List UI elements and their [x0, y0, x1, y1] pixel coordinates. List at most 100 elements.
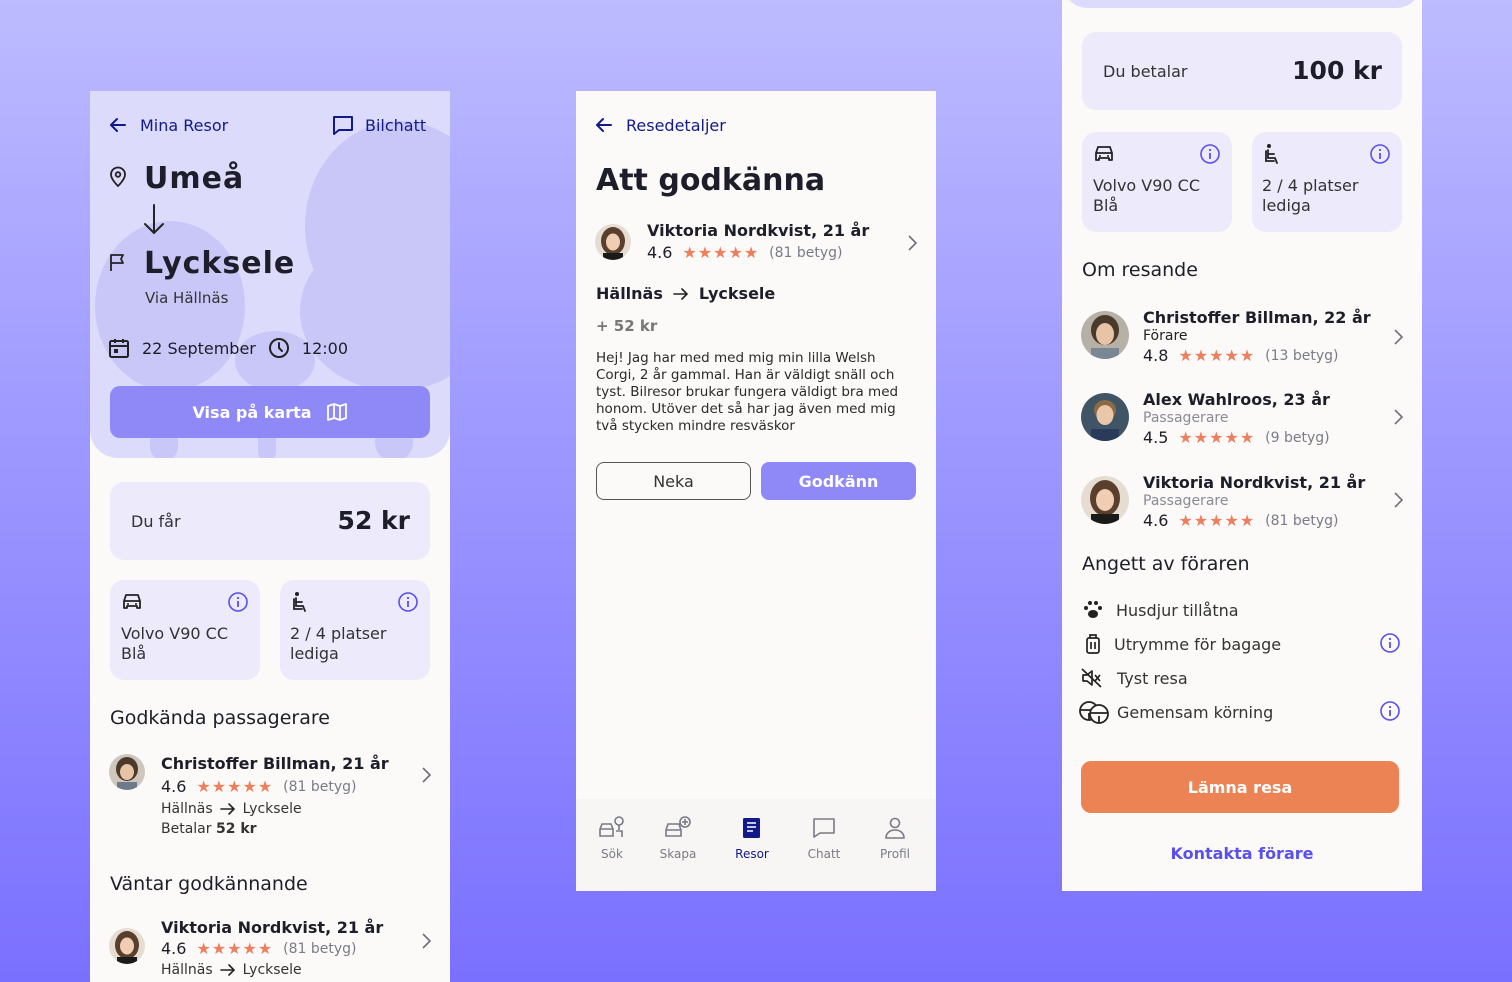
nav-label: Skapa — [659, 847, 697, 861]
nav-item-profile[interactable]: Profil — [873, 815, 917, 861]
avatar — [1081, 393, 1129, 441]
car-info-card: Volvo V90 CC Blå — [110, 580, 260, 680]
rating-count: (13 betyg) — [1265, 347, 1339, 364]
nav-label: Chatt — [807, 847, 841, 861]
arrow-down-icon — [142, 203, 166, 237]
trip-date: 22 September — [142, 338, 256, 358]
search-car-icon — [598, 815, 626, 841]
chevron-right-icon — [1392, 491, 1404, 509]
leave-trip-button[interactable]: Lämna resa — [1081, 761, 1399, 813]
nav-item-search[interactable]: Sök — [591, 815, 633, 861]
info-icon[interactable] — [1379, 700, 1401, 722]
passenger-name: Christoffer Billman, 21 år — [161, 754, 389, 773]
via-text: Via Hällnäs — [145, 289, 229, 307]
seat-icon — [1263, 143, 1283, 165]
chevron-right-icon — [420, 932, 432, 950]
paw-icon — [1082, 599, 1104, 621]
back-link-label: Mina Resor — [140, 115, 229, 135]
trip-time: 12:00 — [301, 338, 348, 358]
rating-stars: ★★★★★ — [1178, 511, 1256, 530]
car-info-icon[interactable] — [1199, 143, 1221, 165]
nav-label: Resor — [735, 847, 769, 861]
pending-passenger-row[interactable]: Viktoria Nordkvist, 21 år 4.6 ★★★★★ (81 … — [90, 906, 450, 982]
nav-label: Profil — [880, 847, 910, 861]
feature-label: Tyst resa — [1117, 668, 1188, 688]
page-title: Att godkänna — [596, 163, 826, 198]
car-icon — [1093, 144, 1115, 164]
back-link[interactable]: Mina Resor — [108, 115, 228, 135]
requester-row[interactable]: Viktoria Nordkvist, 21 år 4.6 ★★★★★ (81 … — [576, 216, 936, 270]
calendar-icon — [108, 337, 130, 359]
earnings-value: 52 kr — [337, 506, 410, 535]
approve-request-screen: Resedetaljer Att godkänna Viktoria Nordk… — [576, 91, 936, 891]
feature-quiet: Tyst resa — [1080, 666, 1402, 690]
traveller-row[interactable]: Alex Wahlroos, 23 år Passagerare 4.5 ★★★… — [1062, 382, 1422, 456]
nav-label: Sök — [601, 847, 623, 861]
origin-city: Umeå — [144, 161, 245, 196]
requester-rating: 4.6 — [647, 243, 673, 262]
car-color: Blå — [121, 644, 147, 663]
chat-icon — [811, 815, 837, 841]
passenger-rating: 4.6 — [161, 777, 187, 796]
route-to: Lycksele — [698, 284, 776, 303]
car-info-card: Volvo V90 CC Blå — [1082, 132, 1232, 232]
rating-count: (81 betyg) — [769, 244, 843, 261]
car-color: Blå — [1093, 196, 1119, 215]
rating-stars: ★★★★★ — [682, 243, 760, 262]
traveller-row[interactable]: Christoffer Billman, 22 år Förare 4.8 ★★… — [1062, 300, 1422, 374]
pending-title: Väntar godkännande — [110, 873, 308, 895]
passenger-row[interactable]: Christoffer Billman, 21 år 4.6 ★★★★★ (81… — [90, 741, 450, 841]
arrow-right-icon — [219, 964, 236, 976]
profile-icon — [883, 815, 907, 841]
feature-label: Husdjur tillåtna — [1116, 600, 1239, 620]
seats-info-card: 2 / 4 platser lediga — [1252, 132, 1402, 232]
traveller-rating: 4.6 — [1143, 511, 1169, 530]
deny-button[interactable]: Neka — [596, 462, 751, 500]
payment-card: Du betalar 100 kr — [1082, 32, 1402, 110]
pays-value: 52 kr — [215, 821, 257, 837]
feature-label: Gemensam körning — [1117, 702, 1274, 722]
pays-label: Betalar — [161, 821, 212, 837]
approve-button[interactable]: Godkänn — [761, 462, 916, 500]
traveller-row[interactable]: Viktoria Nordkvist, 21 år Passagerare 4.… — [1062, 465, 1422, 539]
payment-value: 100 kr — [1292, 56, 1382, 85]
traveller-role: Passagerare — [1143, 493, 1229, 509]
car-info-icon[interactable] — [227, 591, 249, 613]
nav-item-create[interactable]: Skapa — [656, 815, 700, 861]
steering-wheel-icon — [1078, 700, 1112, 724]
back-link[interactable]: Resedetaljer — [594, 115, 726, 135]
trip-detail-screen: Mina Resor Bilchatt Umeå Lycksele Via Hä… — [90, 91, 450, 982]
info-icon[interactable] — [1379, 632, 1401, 654]
rating-stars: ★★★★★ — [196, 939, 274, 958]
request-price: + 52 kr — [596, 317, 658, 335]
nav-item-chat[interactable]: Chatt — [802, 815, 846, 861]
rating-count: (81 betyg) — [1265, 512, 1339, 529]
seats-info-card: 2 / 4 platser lediga — [280, 580, 430, 680]
traveller-rating: 4.8 — [1143, 346, 1169, 365]
approved-passengers-title: Godkända passagerare — [110, 707, 330, 729]
seats-line-1: 2 / 4 platser — [290, 624, 387, 643]
request-message: Hej! Jag har med med mig min lilla Welsh… — [596, 350, 899, 434]
passenger-trip-screen: Du betalar 100 kr Volvo V90 CC Blå 2 / 4… — [1062, 0, 1422, 891]
location-pin-icon — [108, 166, 128, 188]
rating-stars: ★★★★★ — [196, 777, 274, 796]
car-chat-button[interactable]: Bilchatt — [332, 115, 426, 135]
traveller-name: Christoffer Billman, 22 år — [1143, 308, 1371, 327]
passenger-to: Lycksele — [242, 801, 302, 817]
rating-stars: ★★★★★ — [1178, 428, 1256, 447]
avatar — [1081, 476, 1129, 524]
avatar — [1081, 311, 1129, 359]
avatar — [595, 224, 631, 260]
back-link-label: Resedetaljer — [626, 115, 726, 135]
car-name: Volvo V90 CC — [121, 624, 229, 643]
seats-line-2: lediga — [290, 644, 339, 663]
seats-info-icon[interactable] — [397, 591, 419, 613]
add-car-icon — [664, 815, 692, 841]
contact-driver-link[interactable]: Kontakta förare — [1062, 844, 1422, 863]
chevron-right-icon — [1392, 408, 1404, 426]
trip-datetime: 22 September 12:00 — [108, 337, 348, 359]
feature-shared-driving: Gemensam körning — [1078, 700, 1402, 724]
nav-item-trips[interactable]: Resor — [730, 815, 774, 861]
seats-info-icon[interactable] — [1369, 143, 1391, 165]
show-map-button[interactable]: Visa på karta — [110, 386, 430, 438]
